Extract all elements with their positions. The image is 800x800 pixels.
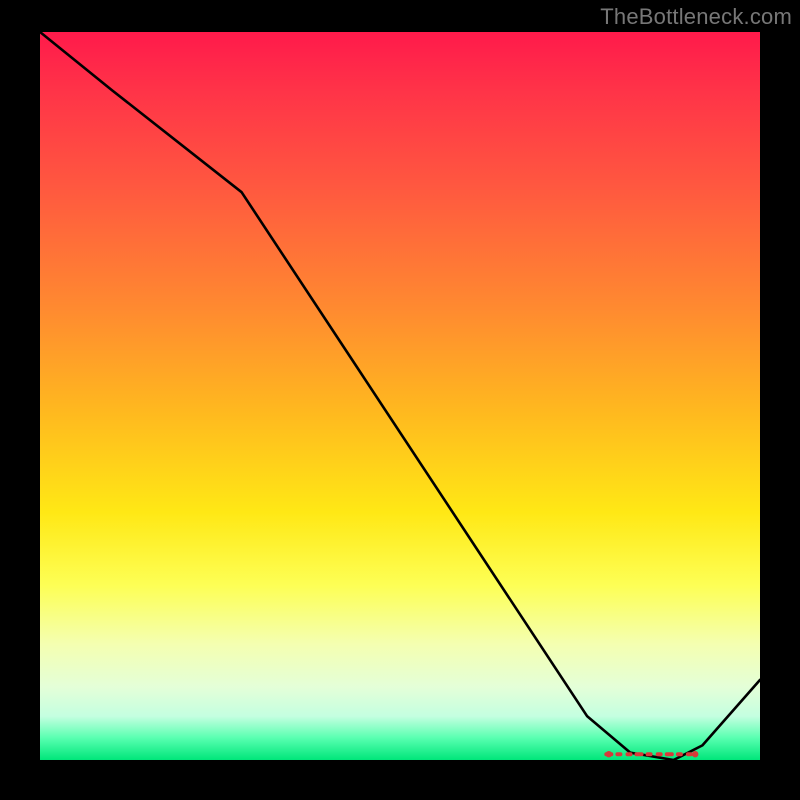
chart-frame: TheBottleneck.com	[0, 0, 800, 800]
chart-svg	[40, 32, 760, 760]
attribution-label: TheBottleneck.com	[600, 4, 792, 30]
plot-area	[40, 32, 760, 760]
bottleneck-line	[40, 32, 760, 760]
